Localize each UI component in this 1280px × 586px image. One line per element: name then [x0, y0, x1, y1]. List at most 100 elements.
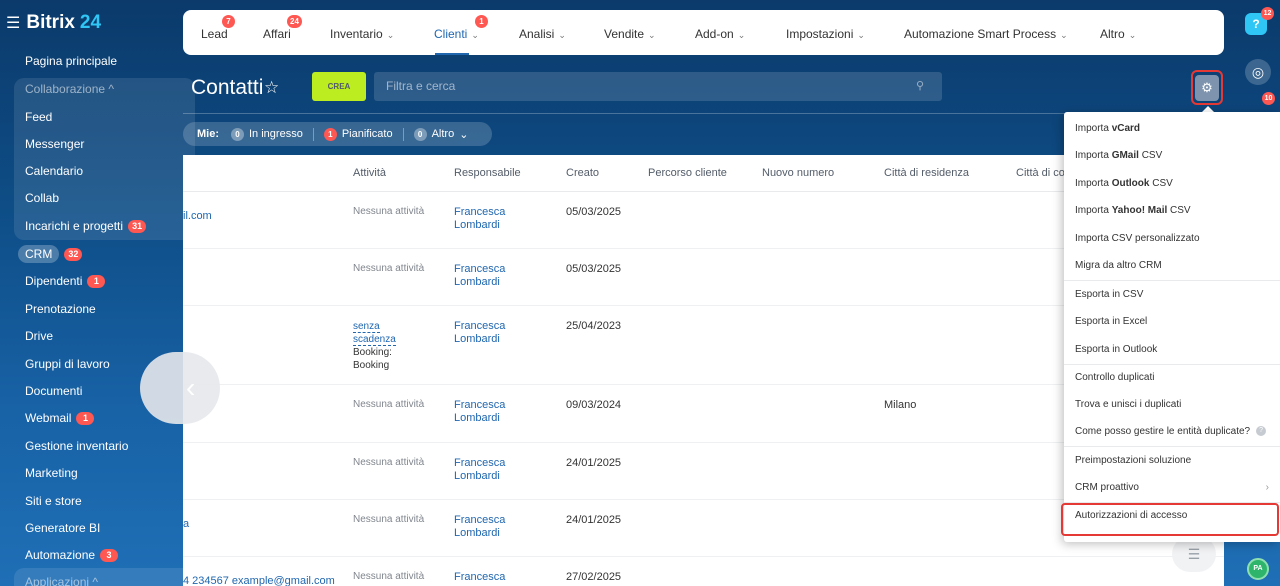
tab-inventory[interactable]: Inventario ⌄ [330, 27, 394, 41]
sidebar-item-messenger[interactable]: Messenger [25, 135, 84, 153]
menu-item-duplicate-check[interactable]: Controllo duplicati [1075, 371, 1155, 385]
menu-item-export-csv[interactable]: Esporta in CSV [1075, 288, 1143, 302]
menu-item-migrate[interactable]: Migra da altro CRM [1075, 259, 1162, 273]
menu-item-export-excel[interactable]: Esporta in Excel [1075, 315, 1147, 329]
counter-planned[interactable]: 1 Pianificato [312, 127, 403, 141]
owner-link[interactable]: Francesca Lombardi [454, 263, 505, 289]
menu-item-duplicates-help[interactable]: Come posso gestire le entità duplicate?? [1075, 425, 1267, 439]
brand-logo[interactable]: ☰ Bitrix 24 [6, 12, 101, 34]
menu-item-proactive-crm[interactable]: CRM proattivo › [1075, 481, 1275, 495]
column-header[interactable]: Città di residenza [884, 167, 969, 179]
contact-email[interactable]: 4 234567 example@gmail.com [183, 575, 335, 586]
owner-link[interactable]: Francesca Lombardi [454, 320, 505, 346]
sidebar-item-employees[interactable]: Dipendenti 1 [25, 272, 106, 290]
menu-item-find-merge-duplicates[interactable]: Trova e unisci i duplicati [1075, 398, 1181, 412]
chevron-down-icon: ⌄ [737, 30, 746, 40]
activity-cell[interactable]: senza scadenza Booking: Booking [353, 320, 396, 372]
sidebar-item-crm[interactable]: CRM 32 [18, 245, 83, 263]
help-counter-badge: 12 [1261, 7, 1274, 20]
chevron-right-icon: › [1265, 482, 1269, 493]
tab-more[interactable]: Altro ⌄ [1100, 27, 1136, 41]
sidebar-item-documents[interactable]: Documenti [25, 382, 82, 400]
activity-cell: Nessuna attività [353, 263, 425, 274]
column-header[interactable]: Attività [353, 167, 386, 179]
active-tab-underline [435, 53, 469, 55]
owner-link[interactable]: Francesca Lombardi [454, 206, 505, 232]
star-icon[interactable]: ☆ [264, 78, 279, 98]
help-icon[interactable]: ? [1256, 426, 1267, 437]
counter-other[interactable]: 0 Altro ⌄ [402, 127, 479, 141]
sidebar-item-collab[interactable]: Collab [25, 189, 59, 207]
sidebar-item-marketing[interactable]: Marketing [25, 464, 78, 482]
sidebar-item-home[interactable]: Pagina principale [25, 52, 117, 70]
chevron-left-icon: ‹ [186, 372, 196, 403]
tasks-counter-badge: 31 [128, 219, 147, 233]
owner-link[interactable]: Francesca Lombardi [454, 457, 505, 483]
menu-item-import-outlook[interactable]: Importa Outlook CSV [1075, 177, 1173, 191]
menu-item-solution-presets[interactable]: Preimpostazioni soluzione [1075, 454, 1191, 468]
menu-item-import-vcard[interactable]: Importa vCard [1075, 122, 1140, 136]
sidebar-item-calendar[interactable]: Calendario [25, 162, 83, 180]
column-header[interactable]: Città di co [1016, 167, 1065, 179]
sidebar-item-drive[interactable]: Drive [25, 327, 53, 345]
clients-counter-badge: 1 [475, 15, 488, 28]
search-icon[interactable]: ⚲ [916, 72, 924, 101]
tab-sales[interactable]: Vendite ⌄ [604, 27, 656, 41]
gear-icon[interactable]: ⚙ [1195, 74, 1219, 101]
tab-settings[interactable]: Impostazioni ⌄ [786, 27, 865, 41]
tab-clients[interactable]: Clienti ⌄ 1 [434, 15, 488, 41]
menu-item-import-yahoo[interactable]: Importa Yahoo! Mail CSV [1075, 204, 1191, 218]
left-sidebar: ☰ Bitrix 24 Pagina principale Collaborazi… [0, 0, 195, 586]
sidebar-item-collaboration[interactable]: Collaborazione ^ [25, 80, 114, 98]
menu-item-export-outlook[interactable]: Esporta in Outlook [1075, 343, 1157, 357]
menu-item-import-gmail[interactable]: Importa GMail CSV [1075, 149, 1162, 163]
sidebar-group-collaboration [14, 78, 195, 240]
sidebar-item-workgroups[interactable]: Gruppi di lavoro [25, 355, 110, 373]
notification-counter-badge: 10 [1262, 92, 1275, 105]
sidebar-item-feed[interactable]: Feed [25, 108, 52, 126]
tab-lead[interactable]: Lead 7 [201, 15, 235, 41]
owner-link[interactable]: Francesca Lombardi [454, 514, 505, 540]
sidebar-item-tasks[interactable]: Incarichi e progetti 31 [25, 217, 147, 235]
created-cell: 05/03/2025 [566, 206, 622, 218]
column-header[interactable]: Creato [566, 167, 599, 179]
sidebar-item-automation[interactable]: Automazione 3 [25, 546, 119, 564]
city-cell: Milano [884, 399, 917, 411]
tab-addons[interactable]: Add-on ⌄ [695, 27, 745, 41]
chevron-down-icon: ⌄ [857, 30, 865, 40]
contact-email[interactable]: il.com [183, 210, 212, 223]
tab-deals[interactable]: Affari 24 [263, 15, 302, 41]
employees-counter-badge: 1 [87, 274, 106, 288]
contact-email[interactable]: a [183, 518, 189, 531]
menu-separator [1064, 446, 1280, 447]
sidebar-item-booking[interactable]: Prenotazione [25, 300, 96, 318]
menu-item-import-custom-csv[interactable]: Importa CSV personalizzato [1075, 232, 1200, 246]
owner-link[interactable]: Francesca [454, 571, 505, 584]
tab-analytics[interactable]: Analisi ⌄ [519, 27, 566, 41]
owner-link[interactable]: Francesca Lombardi [454, 399, 505, 425]
created-cell: 24/01/2025 [566, 514, 622, 526]
activity-cell: Nessuna attività [353, 514, 425, 525]
counter-incoming[interactable]: 0 In ingresso [231, 127, 313, 141]
column-header[interactable]: Responsabile [454, 167, 521, 179]
activity-cell: Nessuna attività [353, 399, 425, 410]
sidebar-item-applications[interactable]: Applicazioni ^ [25, 573, 98, 586]
sidebar-item-sites[interactable]: Siti e store [25, 492, 82, 510]
counters-bar: Mie: 0 In ingresso 1 Pianificato 0 Altro ⌄ [183, 122, 493, 146]
tab-smart-process[interactable]: Automazione Smart Process ⌄ [904, 27, 1068, 41]
created-cell: 09/03/2024 [566, 399, 622, 411]
create-button[interactable]: CREA [312, 72, 366, 101]
burger-menu-icon[interactable]: ☰ [6, 13, 20, 33]
sidebar-item-bi-builder[interactable]: Generatore BI [25, 519, 100, 537]
sidebar-item-inventory[interactable]: Gestione inventario [25, 437, 128, 455]
column-header[interactable]: Nuovo numero [762, 167, 834, 179]
scroll-left-button[interactable]: ‹ [140, 352, 220, 424]
column-header[interactable]: Percorso cliente [648, 167, 727, 179]
sidebar-item-webmail[interactable]: Webmail 1 [25, 409, 95, 427]
search-filter-box[interactable]: ⚲ [374, 72, 942, 101]
chevron-down-icon: ⌄ [1128, 30, 1137, 40]
table-row[interactable]: 4 234567 example@gmail.com Nessuna attiv… [183, 557, 1224, 586]
copilot-icon[interactable]: ◎ [1245, 59, 1271, 85]
avatar[interactable]: PA [1247, 558, 1269, 580]
search-input[interactable] [386, 72, 906, 101]
